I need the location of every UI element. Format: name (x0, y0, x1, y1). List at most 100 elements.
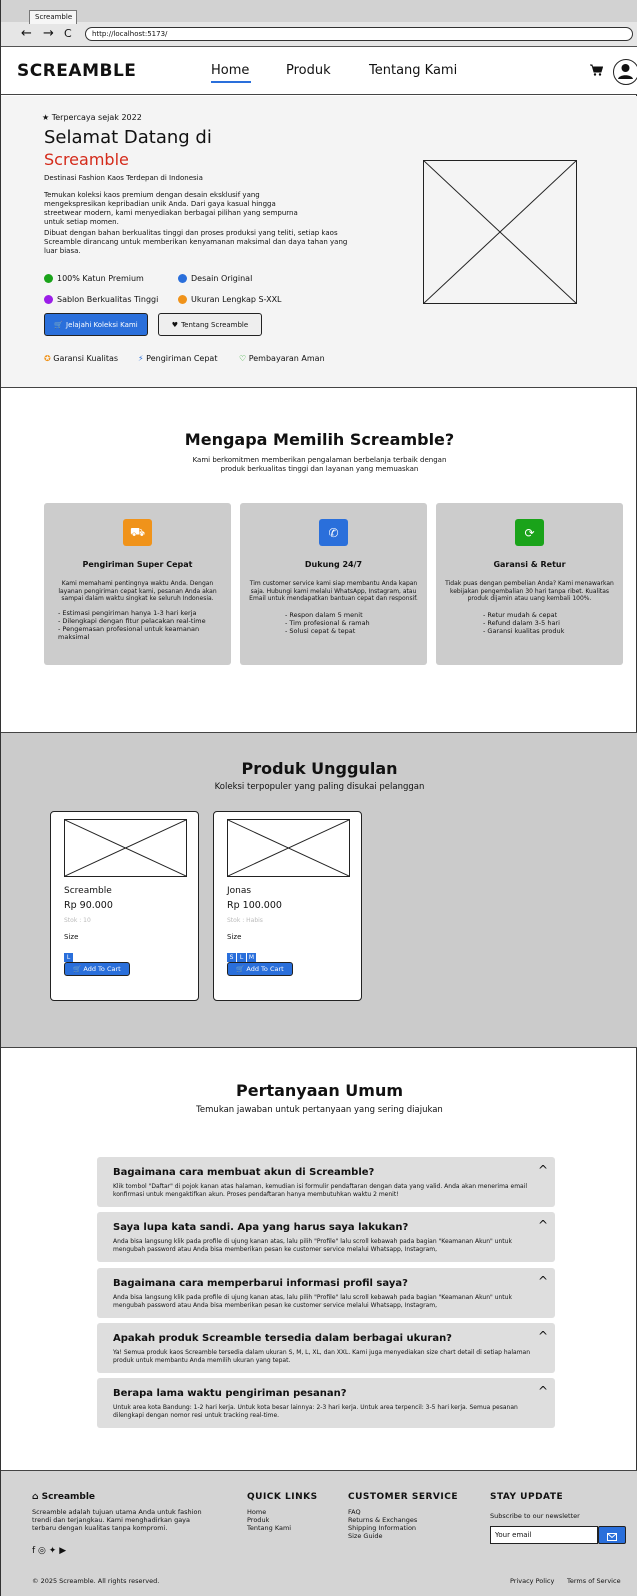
footer-brand-label: Screamble (41, 1492, 96, 1502)
product-card[interactable]: Screamble Rp 90.000 Stok : 10 Size L 🛒 Ad… (50, 811, 199, 1001)
site-footer: ⌂ Screamble Screamble adalah tujuan utam… (1, 1470, 637, 1596)
trust-label: Garansi Kualitas (53, 354, 119, 363)
nav-link-tentang-kami[interactable]: Tentang Kami (369, 63, 457, 78)
page: Screamble ← → C http://localhost:5173/ S… (0, 0, 637, 1596)
footer-about: Screamble adalah tujuan utama Anda untuk… (32, 1508, 202, 1532)
footer-link-returns[interactable]: Returns & Exchanges (348, 1516, 417, 1524)
chevron-up-icon[interactable]: ^ (538, 1329, 548, 1343)
hero-section: ★ Terpercaya sejak 2022 Selamat Datang d… (1, 96, 637, 388)
site-navbar: SCREAMBLE Home Produk Tentang Kami (1, 47, 637, 95)
newsletter-label: Subscribe to our newsletter (490, 1512, 580, 1520)
brand-logo[interactable]: SCREAMBLE (17, 61, 136, 81)
reload-icon[interactable]: C (64, 27, 72, 41)
hero-title-brand: Screamble (44, 150, 129, 169)
about-screamble-button[interactable]: ♥ Tentang Screamble (158, 313, 262, 336)
add-to-cart-button[interactable]: 🛒 Add To Cart (227, 962, 293, 976)
trust-item: ⚡ Pengiriman Cepat (138, 354, 217, 363)
size-label: Size (64, 933, 79, 941)
chevron-up-icon[interactable]: ^ (538, 1274, 548, 1288)
faq-item[interactable]: Bagaimana cara memperbarui informasi pro… (97, 1268, 555, 1318)
faq-question: Berapa lama waktu pengiriman pesanan? (113, 1388, 347, 1399)
back-icon[interactable]: ← (21, 27, 32, 41)
instagram-icon[interactable]: ◎ (38, 1546, 46, 1556)
footer-link-shipping[interactable]: Shipping Information (348, 1524, 417, 1532)
feature-dot-icon (44, 295, 53, 304)
customer-service-title: CUSTOMER SERVICE (348, 1492, 458, 1502)
user-avatar-icon[interactable] (613, 59, 637, 85)
subscribe-button[interactable] (598, 1526, 626, 1544)
product-name: Screamble (64, 886, 112, 896)
medal-icon: ✪ (44, 354, 51, 363)
card-point: - Retur mudah & cepat (483, 611, 558, 619)
browser-tab[interactable]: Screamble (29, 10, 77, 24)
hero-image-placeholder (422, 159, 578, 305)
card-points: - Estimasi pengiriman hanya 1-3 hari ker… (58, 609, 218, 641)
add-to-cart-label: Add To Cart (83, 965, 121, 973)
faq-item[interactable]: Saya lupa kata sandi. Apa yang harus say… (97, 1212, 555, 1262)
facebook-icon[interactable]: f (32, 1546, 35, 1556)
forward-icon[interactable]: → (43, 27, 54, 41)
explore-collection-button[interactable]: 🛒 Jelajahi Koleksi Kami (44, 313, 148, 336)
privacy-policy-link[interactable]: Privacy Policy (510, 1577, 554, 1585)
feature-card-shipping: ⛟ Pengiriman Super Cepat Kami memahami p… (44, 503, 231, 665)
faq-title: Pertanyaan Umum (235, 1081, 403, 1100)
footer-link-home[interactable]: Home (247, 1508, 291, 1516)
cart-icon: 🛒 (54, 320, 64, 329)
size-options: SLM (227, 944, 257, 963)
feature-item: Desain Original (178, 274, 252, 283)
footer-link-produk[interactable]: Produk (247, 1516, 291, 1524)
newsletter-email-input[interactable]: Your email (490, 1526, 598, 1544)
cart-icon[interactable] (590, 64, 604, 80)
produk-title: Produk Unggulan (241, 759, 398, 778)
chevron-up-icon[interactable]: ^ (538, 1218, 548, 1232)
product-name: Jonas (227, 886, 252, 896)
card-description: Tim customer service kami siap membantu … (249, 580, 418, 602)
footer-brand: ⌂ Screamble (32, 1492, 95, 1502)
trust-label: Pembayaran Aman (248, 354, 325, 363)
card-point: - Respon dalam 5 menit (285, 611, 363, 619)
product-stock: Stok : Habis (227, 917, 263, 924)
add-to-cart-button[interactable]: 🛒 Add To Cart (64, 962, 130, 976)
nav-link-home[interactable]: Home (211, 63, 249, 78)
size-options: L (64, 944, 74, 963)
product-card[interactable]: Jonas Rp 100.000 Stok : Habis Size SLM 🛒… (213, 811, 362, 1001)
youtube-icon[interactable]: ▶ (59, 1546, 66, 1556)
hero-paragraph-1: Temukan koleksi kaos premium dengan desa… (44, 191, 298, 226)
chevron-up-icon[interactable]: ^ (538, 1163, 548, 1177)
faq-item[interactable]: Apakah produk Screamble tersedia dalam b… (97, 1323, 555, 1373)
nav-link-produk[interactable]: Produk (286, 63, 331, 78)
chevron-up-icon[interactable]: ^ (538, 1384, 548, 1398)
shopping-bag-icon: ⌂ (32, 1492, 39, 1502)
why-title: Mengapa Memilih Screamble? (184, 430, 455, 449)
product-image-placeholder (227, 819, 350, 877)
faq-answer: Klik tombol "Daftar" di pojok kanan atas… (113, 1183, 528, 1198)
card-point: - Dilengkapi dengan fitur pelacakan real… (58, 617, 206, 625)
size-option[interactable]: L (64, 953, 73, 962)
faq-item[interactable]: Bagaimana cara membuat akun di Screamble… (97, 1157, 555, 1207)
faq-item[interactable]: Berapa lama waktu pengiriman pesanan? Un… (97, 1378, 555, 1428)
card-point: - Estimasi pengiriman hanya 1-3 hari ker… (58, 609, 197, 617)
twitter-icon[interactable]: ✦ (49, 1546, 57, 1556)
about-screamble-label: Tentang Screamble (181, 320, 249, 329)
explore-collection-label: Jelajahi Koleksi Kami (66, 320, 138, 329)
size-option[interactable]: S (227, 953, 236, 962)
size-option[interactable]: M (247, 953, 256, 962)
refresh-icon: ⟳ (515, 519, 544, 546)
cart-icon: 🛒 (73, 965, 82, 973)
size-option[interactable]: L (237, 953, 246, 962)
copyright: © 2025 Screamble. All rights reserved. (32, 1577, 160, 1585)
footer-link-tentang[interactable]: Tentang Kami (247, 1524, 291, 1532)
truck-icon: ⛟ (123, 519, 152, 546)
feature-item: Sablon Berkualitas Tinggi (44, 295, 158, 304)
hero-paragraph-2: Dibuat dengan bahan berkualitas tinggi d… (44, 229, 348, 255)
product-image-placeholder (64, 819, 187, 877)
hero-title: Selamat Datang di (44, 127, 212, 148)
card-point: - Garansi kualitas produk (483, 627, 565, 635)
customer-service-links: FAQ Returns & Exchanges Shipping Informa… (348, 1508, 417, 1540)
feature-item: 100% Katun Premium (44, 274, 144, 283)
terms-link[interactable]: Terms of Service (567, 1577, 621, 1585)
footer-link-faq[interactable]: FAQ (348, 1508, 417, 1516)
footer-link-size-guide[interactable]: Size Guide (348, 1532, 417, 1540)
hero-subtitle: Destinasi Fashion Kaos Terdepan di Indon… (44, 174, 203, 182)
address-bar[interactable]: http://localhost:5173/ (85, 27, 633, 41)
